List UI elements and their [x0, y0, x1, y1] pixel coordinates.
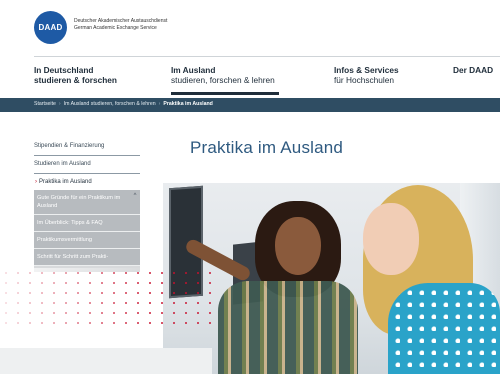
- sidebar-nav: Stipendien & Finanzierung Studieren im A…: [34, 138, 140, 272]
- org-name: Deutscher Akademischer Austauschdienst G…: [74, 18, 167, 32]
- hero-person-left-face: [275, 217, 321, 275]
- sidebar-subnav: ^ Gute Gründe für ein Praktikum im Ausla…: [34, 190, 140, 272]
- hero-person-right-shirt: [388, 283, 500, 374]
- active-nav-indicator: [171, 92, 279, 95]
- chevron-up-icon[interactable]: ^: [131, 193, 139, 199]
- hero-image: [163, 183, 500, 374]
- sidebar-item-studieren[interactable]: Studieren im Ausland: [34, 156, 140, 174]
- nav-label: Infos & Services: [334, 65, 399, 75]
- nav-label: Der DAAD: [453, 65, 494, 75]
- nav-sublabel: studieren & forschen: [34, 75, 117, 85]
- breadcrumb-im-ausland[interactable]: Im Ausland studieren, forschen & lehren: [64, 101, 156, 107]
- nav-der-daad[interactable]: Der DAAD: [453, 65, 493, 75]
- sidebar-item-praktika[interactable]: › Praktika im Ausland: [34, 174, 140, 190]
- breadcrumb-current: Praktika im Ausland: [163, 101, 213, 107]
- daad-logo[interactable]: DAAD: [34, 11, 67, 44]
- subnav-item-tipps-faq[interactable]: Im Überblick: Tipps & FAQ: [34, 215, 140, 232]
- main-nav: In Deutschland studieren & forschen Im A…: [0, 62, 500, 95]
- sidebar-item-stipendien[interactable]: Stipendien & Finanzierung: [34, 138, 140, 156]
- subnav-item-gute-gruende[interactable]: Gute Gründe für ein Praktikum im Ausland: [34, 190, 140, 215]
- nav-sublabel: für Hochschulen: [334, 75, 394, 85]
- logo-text: DAAD: [38, 23, 63, 32]
- nav-infos-services[interactable]: Infos & Services für Hochschulen: [334, 65, 399, 85]
- sidebar-item-label: Praktika im Ausland: [39, 179, 92, 185]
- hero-person-right-face: [363, 203, 419, 275]
- nav-label: Im Ausland: [171, 65, 216, 75]
- nav-sublabel: studieren, forschen & lehren: [171, 75, 275, 85]
- subnav-item-vermittlung[interactable]: Praktikumsvermittlung: [34, 232, 140, 249]
- nav-im-ausland[interactable]: Im Ausland studieren, forschen & lehren: [171, 65, 279, 95]
- page-title: Praktika im Ausland: [190, 138, 344, 157]
- nav-label: In Deutschland: [34, 65, 94, 75]
- footer-band: [0, 348, 212, 374]
- breadcrumb-bar: Startseite › Im Ausland studieren, forsche…: [0, 98, 500, 112]
- breadcrumb-home[interactable]: Startseite: [34, 101, 56, 107]
- breadcrumb-separator: ›: [58, 101, 61, 107]
- org-name-en: German Academic Exchange Service: [74, 25, 157, 31]
- dot-pattern-fade: [0, 268, 212, 328]
- chevron-right-icon: ›: [35, 179, 37, 185]
- site-header: DAAD Deutscher Akademischer Austauschdie…: [0, 0, 500, 55]
- breadcrumb-separator: ›: [158, 101, 161, 107]
- subnav-item-schritt[interactable]: Schritt für Schritt zum Prakti-: [34, 249, 140, 266]
- org-name-de: Deutscher Akademischer Austauschdienst: [74, 18, 168, 24]
- header-divider: [34, 56, 500, 57]
- breadcrumb: Startseite › Im Ausland studieren, forsche…: [34, 101, 213, 107]
- nav-in-deutschland[interactable]: In Deutschland studieren & forschen: [34, 65, 117, 85]
- hero-person-left-shirt: [218, 281, 358, 374]
